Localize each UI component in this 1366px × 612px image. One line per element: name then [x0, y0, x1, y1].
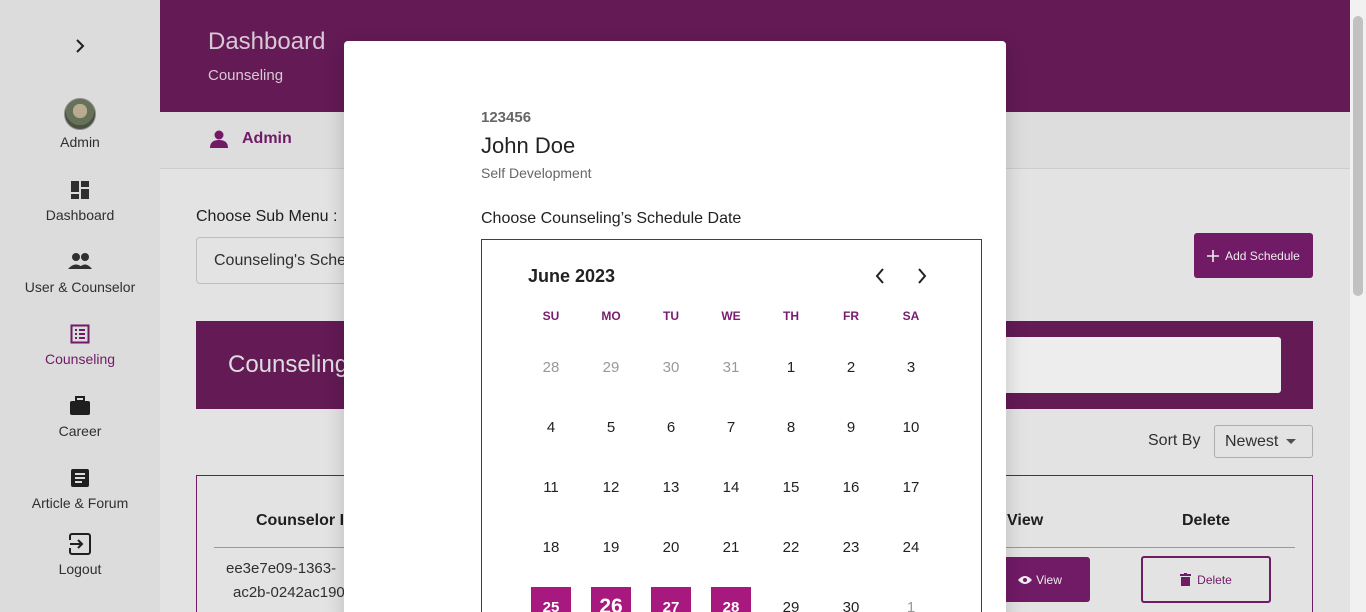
- scrollbar-thumb[interactable]: [1353, 16, 1363, 296]
- counselor-id: 123456: [481, 109, 532, 126]
- page-scrollbar[interactable]: [1350, 0, 1366, 612]
- calendar-day[interactable]: 11: [531, 467, 571, 507]
- calendar-day[interactable]: 28: [711, 587, 751, 612]
- calendar-day[interactable]: 29: [591, 347, 631, 387]
- date-calendar: June 2023 SU MO TU WE TH FR SA 28 29 30 31 1 2 3 4 5 6 7 8…: [481, 239, 982, 612]
- calendar-day[interactable]: 15: [771, 467, 811, 507]
- calendar-day[interactable]: 10: [891, 407, 931, 447]
- calendar-day[interactable]: 14: [711, 467, 751, 507]
- weekday-header: WE: [721, 309, 741, 323]
- calendar-month-title: June 2023: [528, 266, 616, 286]
- counselor-category: Self Development: [481, 165, 592, 181]
- calendar-day[interactable]: 6: [651, 407, 691, 447]
- weekday-header: SU: [542, 309, 560, 323]
- calendar-day[interactable]: 30: [651, 347, 691, 387]
- calendar-day[interactable]: 9: [831, 407, 871, 447]
- calendar-day[interactable]: 27: [651, 587, 691, 612]
- calendar-day[interactable]: 29: [771, 587, 811, 612]
- weekday-header: TH: [783, 309, 799, 323]
- calendar-day[interactable]: 4: [531, 407, 571, 447]
- calendar-day[interactable]: 1: [891, 587, 931, 612]
- calendar-day[interactable]: 13: [651, 467, 691, 507]
- calendar-day[interactable]: 2: [831, 347, 871, 387]
- calendar-day[interactable]: 31: [711, 347, 751, 387]
- calendar-day[interactable]: 24: [891, 527, 931, 567]
- calendar-day[interactable]: 22: [771, 527, 811, 567]
- next-month-button[interactable]: [910, 264, 934, 288]
- schedule-modal: 123456 John Doe Self Development Choose …: [344, 41, 1006, 612]
- chevron-left-icon: [875, 268, 884, 284]
- calendar-day[interactable]: 26: [591, 587, 631, 612]
- schedule-date-label: Choose Counseling’s Schedule Date: [481, 210, 742, 227]
- calendar-day[interactable]: 17: [891, 467, 931, 507]
- weekday-header: MO: [601, 309, 621, 323]
- weekday-header: FR: [843, 309, 859, 323]
- weekday-header: TU: [663, 309, 679, 323]
- weekday-header: SA: [902, 309, 920, 323]
- calendar-day[interactable]: 23: [831, 527, 871, 567]
- calendar-day[interactable]: 12: [591, 467, 631, 507]
- previous-month-button[interactable]: [868, 264, 892, 288]
- calendar-day[interactable]: 16: [831, 467, 871, 507]
- calendar-day[interactable]: 5: [591, 407, 631, 447]
- calendar-day[interactable]: 1: [771, 347, 811, 387]
- calendar-day[interactable]: 25: [531, 587, 571, 612]
- calendar-day[interactable]: 28: [531, 347, 571, 387]
- chevron-right-icon: [918, 268, 927, 284]
- calendar-day[interactable]: 21: [711, 527, 751, 567]
- calendar-day[interactable]: 3: [891, 347, 931, 387]
- calendar-day[interactable]: 19: [591, 527, 631, 567]
- calendar-day[interactable]: 18: [531, 527, 571, 567]
- calendar-day[interactable]: 20: [651, 527, 691, 567]
- calendar-day[interactable]: 30: [831, 587, 871, 612]
- counselor-name: John Doe: [481, 133, 576, 158]
- calendar-day[interactable]: 8: [771, 407, 811, 447]
- calendar-day[interactable]: 7: [711, 407, 751, 447]
